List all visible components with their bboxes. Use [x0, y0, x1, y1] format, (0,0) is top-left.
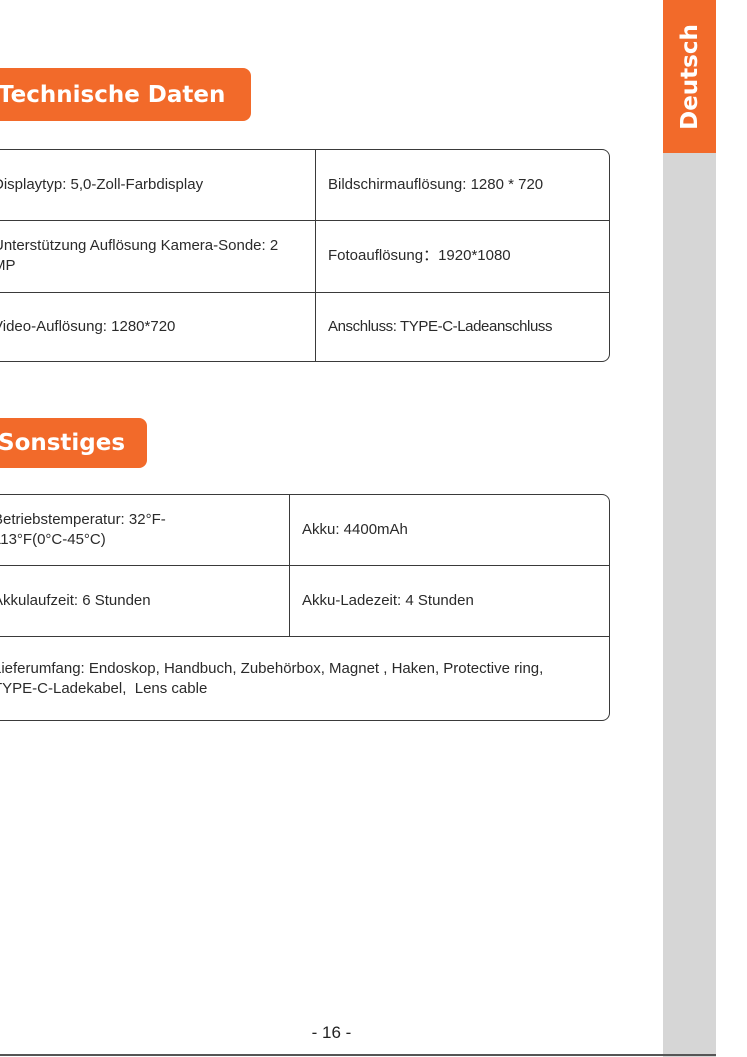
table-cell: Anschluss: TYPE-C-Ladeanschluss: [328, 318, 553, 335]
table-row: Betriebstemperatur: 32°F-113°F(0°C-45°C)…: [0, 495, 609, 566]
misc-table: Betriebstemperatur: 32°F-113°F(0°C-45°C)…: [0, 494, 610, 721]
table-row: Displaytyp: 5,0-Zoll-Farbdisplay Bildsch…: [0, 150, 609, 221]
table-row: Akkulaufzeit: 6 Stunden Akku-Ladezeit: 4…: [0, 566, 609, 637]
section-title: Sonstiges: [0, 430, 126, 456]
table-cell: Unterstützung Auflösung Kamera-Sonde: 2 …: [0, 237, 279, 274]
table-row: Unterstützung Auflösung Kamera-Sonde: 2 …: [0, 220, 609, 293]
table-cell: Bildschirmauflösung: 1280 * 720: [328, 176, 544, 193]
language-tab-label: Deutsch: [676, 23, 703, 130]
table-cell: Betriebstemperatur: 32°F-113°F(0°C-45°C): [0, 511, 166, 548]
language-tab: Deutsch: [663, 0, 716, 153]
page-number: - 16 -: [311, 1023, 352, 1042]
section-header-technische-daten: Technische Daten: [0, 68, 251, 121]
side-bar: [663, 153, 716, 1057]
section-header-sonstiges: Sonstiges: [0, 418, 147, 468]
bottom-rule: [0, 1054, 716, 1056]
spec-table: Displaytyp: 5,0-Zoll-Farbdisplay Bildsch…: [0, 149, 610, 362]
section-title: Technische Daten: [0, 81, 226, 108]
table-cell: Akku: 4400mAh: [302, 521, 408, 538]
table-cell: Akkulaufzeit: 6 Stunden: [0, 592, 151, 609]
table-cell: Lieferumfang: Endoskop, Handbuch, Zubehö…: [0, 660, 548, 697]
table-cell: Akku-Ladezeit: 4 Stunden: [302, 592, 474, 609]
table-row: Lieferumfang: Endoskop, Handbuch, Zubehö…: [0, 637, 609, 721]
table-cell: Displaytyp: 5,0-Zoll-Farbdisplay: [0, 176, 204, 193]
table-row: Video-Auflösung: 1280*720 Anschluss: TYP…: [0, 293, 609, 361]
table-cell: Video-Auflösung: 1280*720: [0, 318, 176, 335]
table-cell: Fotoauflösung：1920*1080: [328, 247, 511, 264]
